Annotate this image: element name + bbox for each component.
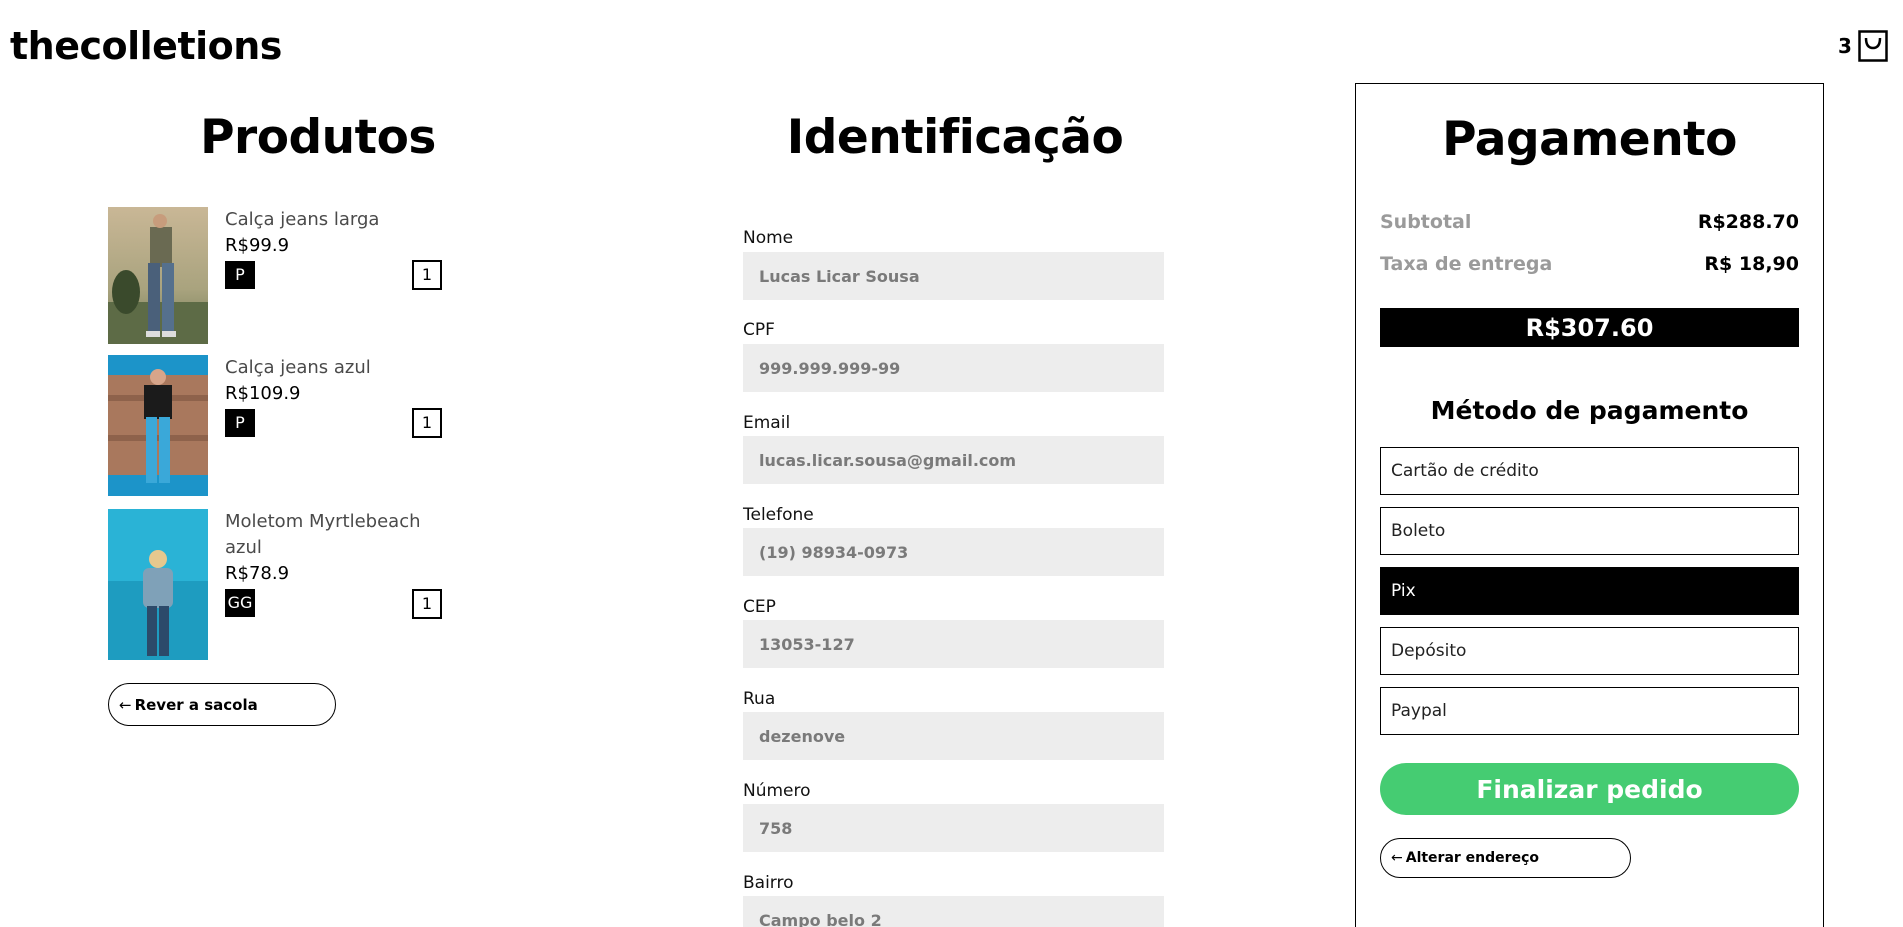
shopping-bag-icon[interactable]	[1858, 30, 1888, 62]
review-bag-label: Rever a sacola	[134, 695, 258, 714]
cart-product: Calça jeans larga R$99.9 P 1	[108, 207, 448, 344]
product-name: Calça jeans azul	[225, 357, 371, 378]
payment-title: Pagamento	[1442, 112, 1737, 167]
cart-count-badge: 3	[1838, 34, 1852, 58]
delivery-fee-label: Taxa de entrega	[1380, 253, 1553, 275]
payment-method-deposit[interactable]: Depósito	[1380, 627, 1799, 675]
product-price: R$109.9	[225, 383, 301, 404]
product-size-badge: P	[225, 261, 255, 289]
street-label: Rua	[743, 689, 776, 709]
number-label: Número	[743, 781, 811, 801]
payment-method-credit-card[interactable]: Cartão de crédito	[1380, 447, 1799, 495]
product-image	[108, 207, 208, 344]
order-total: R$307.60	[1380, 308, 1799, 347]
neighborhood-field[interactable]: Campo belo 2	[743, 896, 1164, 927]
phone-field[interactable]: (19) 98934-0973	[743, 528, 1164, 576]
cart-product: Calça jeans azul R$109.9 P 1	[108, 355, 448, 496]
product-price: R$78.9	[225, 563, 290, 584]
payment-method-pix[interactable]: Pix	[1380, 567, 1799, 615]
product-size-badge: P	[225, 409, 255, 437]
product-quantity[interactable]: 1	[412, 260, 442, 290]
product-image	[108, 509, 208, 660]
product-size-badge: GG	[225, 589, 255, 617]
neighborhood-label: Bairro	[743, 873, 794, 893]
cpf-label: CPF	[743, 320, 775, 340]
cart-product: Moletom Myrtlebeach azul R$78.9 GG 1	[108, 509, 448, 660]
name-field[interactable]: Lucas Licar Sousa	[743, 252, 1164, 300]
identification-title: Identificação	[786, 110, 1124, 165]
cpf-field[interactable]: 999.999.999-99	[743, 344, 1164, 392]
product-quantity[interactable]: 1	[412, 408, 442, 438]
email-label: Email	[743, 413, 791, 433]
products-title: Produtos	[200, 110, 436, 165]
change-address-label: Alterar endereço	[1405, 850, 1539, 866]
change-address-button[interactable]: ← Alterar endereço	[1380, 838, 1631, 878]
product-price: R$99.9	[225, 235, 290, 256]
subtotal-label: Subtotal	[1380, 211, 1472, 233]
subtotal-value: R$288.70	[1697, 211, 1799, 233]
product-image	[108, 355, 208, 496]
finalize-order-button[interactable]: Finalizar pedido	[1380, 763, 1799, 815]
payment-method-title: Método de pagamento	[1430, 396, 1749, 425]
number-field[interactable]: 758	[743, 804, 1164, 852]
brand-logo[interactable]: thecolletions	[10, 24, 282, 68]
street-field[interactable]: dezenove	[743, 712, 1164, 760]
cart-button[interactable]: 3	[1838, 30, 1888, 62]
review-bag-button[interactable]: ← Rever a sacola	[108, 683, 336, 726]
email-field[interactable]: lucas.licar.sousa@gmail.com	[743, 436, 1164, 484]
arrow-left-icon: ←	[1391, 850, 1403, 866]
name-label: Nome	[743, 228, 794, 248]
cep-label: CEP	[743, 597, 776, 617]
delivery-fee-value: R$ 18,90	[1704, 253, 1799, 275]
payment-method-paypal[interactable]: Paypal	[1380, 687, 1799, 735]
payment-method-boleto[interactable]: Boleto	[1380, 507, 1799, 555]
arrow-left-icon: ←	[119, 695, 132, 714]
product-name: Calça jeans larga	[225, 209, 380, 230]
product-name: Moletom Myrtlebeach azul	[225, 511, 421, 558]
product-quantity[interactable]: 1	[412, 589, 442, 619]
phone-label: Telefone	[743, 505, 814, 525]
cep-field[interactable]: 13053-127	[743, 620, 1164, 668]
